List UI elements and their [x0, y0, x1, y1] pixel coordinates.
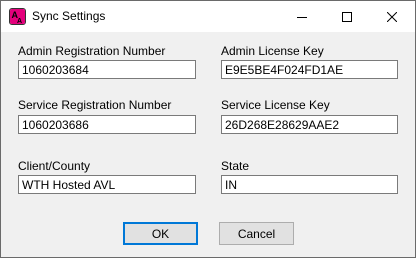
client-county-input[interactable] — [18, 175, 196, 194]
admin-license-key-input[interactable] — [221, 60, 398, 79]
close-button[interactable] — [369, 1, 415, 32]
ok-button[interactable]: OK — [123, 222, 198, 245]
app-logo-icon: A A — [9, 8, 26, 25]
window-title: Sync Settings — [32, 9, 106, 23]
service-license-key-label: Service License Key — [221, 98, 330, 112]
client-county-label: Client/County — [18, 159, 91, 173]
close-icon — [387, 11, 397, 22]
service-registration-number-label: Service Registration Number — [18, 98, 172, 112]
state-label: State — [221, 159, 250, 173]
title-bar[interactable]: A A Sync Settings — [1, 1, 415, 32]
maximize-icon — [342, 11, 352, 22]
maximize-button[interactable] — [324, 1, 370, 32]
service-license-key-input[interactable] — [221, 115, 398, 134]
service-registration-number-input[interactable] — [18, 115, 196, 134]
state-input[interactable] — [221, 175, 398, 194]
cancel-button[interactable]: Cancel — [219, 222, 294, 245]
sync-settings-dialog: A A Sync Settings Admin Registration Num… — [0, 0, 416, 258]
minimize-button[interactable] — [279, 1, 325, 32]
admin-registration-number-label: Admin Registration Number — [18, 44, 166, 58]
admin-license-key-label: Admin License Key — [221, 44, 324, 58]
svg-text:A: A — [17, 18, 22, 24]
minimize-icon — [297, 12, 307, 22]
admin-registration-number-input[interactable] — [18, 60, 196, 79]
